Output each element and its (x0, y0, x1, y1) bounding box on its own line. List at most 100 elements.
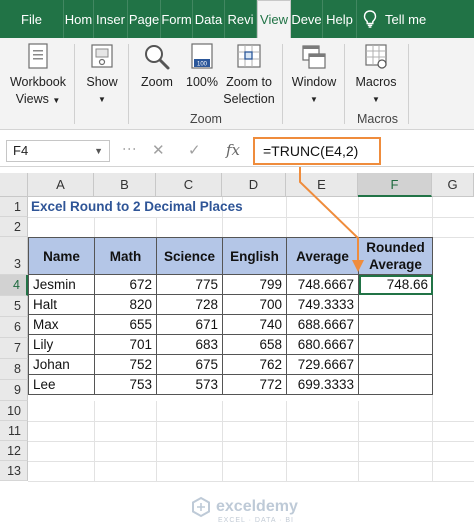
cell-math[interactable]: 820 (94, 294, 157, 315)
row-header[interactable]: 3 (0, 237, 28, 275)
cell-rounded-average-active[interactable]: 748.66 (358, 274, 433, 295)
header-english[interactable]: English (222, 237, 287, 275)
cell-name[interactable]: Johan (28, 354, 95, 375)
cell-rounded-average[interactable] (358, 294, 433, 315)
cell-science[interactable]: 675 (156, 354, 223, 375)
cell-science[interactable]: 671 (156, 314, 223, 335)
cell-english[interactable]: 740 (222, 314, 287, 335)
column-header-g[interactable]: G (432, 173, 474, 197)
tab-file[interactable]: File (0, 0, 64, 38)
magnifier-icon (145, 45, 170, 70)
cell-name[interactable]: Lee (28, 374, 95, 395)
tab-page-layout[interactable]: Page (128, 0, 161, 38)
cell-name[interactable]: Max (28, 314, 95, 335)
tab-data[interactable]: Data (193, 0, 225, 38)
cell-name[interactable]: Jesmin (28, 274, 95, 295)
cell-english[interactable]: 658 (222, 334, 287, 355)
tab-home[interactable]: Hom (64, 0, 94, 38)
tab-review[interactable]: Revi (225, 0, 257, 38)
formula-bar: F4 ▼ ⋮ ✕ ✓ fx =TRUNC(E4,2) (0, 137, 474, 167)
row-header[interactable]: 6 (0, 317, 28, 338)
show-button[interactable]: Show ▼ (80, 42, 124, 108)
name-box[interactable]: F4 ▼ (6, 140, 110, 162)
row-header[interactable]: 1 (0, 197, 28, 217)
macros-button[interactable]: Macros ▼ (352, 42, 400, 108)
cell-math[interactable]: 655 (94, 314, 157, 335)
cell-rounded-average[interactable] (358, 314, 433, 335)
column-header-a[interactable]: A (28, 173, 94, 197)
cell-average[interactable]: 749.3333 (286, 294, 359, 315)
cell-science[interactable]: 728 (156, 294, 223, 315)
row-header[interactable]: 5 (0, 296, 28, 317)
tab-formulas[interactable]: Form (161, 0, 193, 38)
row-header[interactable]: 12 (0, 441, 28, 461)
cell-english[interactable]: 799 (222, 274, 287, 295)
show-icon (91, 44, 113, 68)
cell-average[interactable]: 688.6667 (286, 314, 359, 335)
tell-me-search[interactable]: Tell me (357, 0, 454, 38)
cell-science[interactable]: 683 (156, 334, 223, 355)
tab-developer[interactable]: Deve (291, 0, 323, 38)
table-row: Max 655 671 740 688.6667 (28, 314, 433, 335)
zoom-button[interactable]: Zoom (136, 42, 178, 91)
cell-name[interactable]: Halt (28, 294, 95, 315)
workbook-views-button[interactable]: Workbook Views ▼ (6, 42, 70, 109)
chevron-down-icon: ▼ (372, 95, 380, 104)
cell-math[interactable]: 752 (94, 354, 157, 375)
cell-math[interactable]: 701 (94, 334, 157, 355)
cell-math[interactable]: 753 (94, 374, 157, 395)
cell-name[interactable]: Lily (28, 334, 95, 355)
row-header[interactable]: 11 (0, 421, 28, 441)
cell-average[interactable]: 729.6667 (286, 354, 359, 375)
sheet-title[interactable]: Excel Round to 2 Decimal Places (31, 197, 243, 217)
cell-average[interactable]: 680.6667 (286, 334, 359, 355)
column-header-d[interactable]: D (222, 173, 286, 197)
window-button[interactable]: Window ▼ (288, 42, 340, 108)
gridline (222, 401, 223, 481)
row-header[interactable]: 7 (0, 338, 28, 359)
cell-english[interactable]: 700 (222, 294, 287, 315)
cell-english[interactable]: 762 (222, 354, 287, 375)
tab-insert[interactable]: Inser (94, 0, 128, 38)
cell-rounded-average[interactable] (358, 354, 433, 375)
cell-science[interactable]: 573 (156, 374, 223, 395)
header-name[interactable]: Name (28, 237, 95, 275)
row-header[interactable]: 4 (0, 275, 28, 296)
cell-rounded-average[interactable] (358, 374, 433, 395)
cell-science[interactable]: 775 (156, 274, 223, 295)
cell-average[interactable]: 699.3333 (286, 374, 359, 395)
header-math[interactable]: Math (94, 237, 157, 275)
header-average[interactable]: Average (286, 237, 359, 275)
zoom-to-selection-icon (237, 44, 261, 68)
row-header[interactable]: 10 (0, 401, 28, 421)
zoom-100-button[interactable]: 100 100% (184, 42, 220, 91)
row-header[interactable]: 8 (0, 359, 28, 380)
chevron-down-icon: ▼ (94, 146, 103, 156)
tab-view[interactable]: View (257, 0, 291, 38)
watermark-tagline: EXCEL · DATA · BI (218, 517, 294, 524)
table-row: Lily 701 683 658 680.6667 (28, 334, 433, 355)
select-all-corner[interactable] (0, 173, 28, 197)
tab-help[interactable]: Help (323, 0, 357, 38)
cell-english[interactable]: 772 (222, 374, 287, 395)
column-header-e[interactable]: E (286, 173, 358, 197)
zoom-to-selection-button[interactable]: Zoom to Selection (222, 42, 276, 108)
table-row: Jesmin 672 775 799 748.6667 748.66 (28, 274, 433, 295)
row-header[interactable]: 2 (0, 217, 28, 237)
cell-math[interactable]: 672 (94, 274, 157, 295)
header-science[interactable]: Science (156, 237, 223, 275)
header-rounded-average[interactable]: Rounded Average (358, 237, 433, 275)
zoom-to-selection-label-1: Zoom to (226, 75, 272, 89)
enter-check-icon[interactable]: ✓ (188, 141, 201, 159)
column-header-f[interactable]: F (358, 173, 432, 197)
cell-rounded-average[interactable] (358, 334, 433, 355)
formula-input[interactable]: =TRUNC(E4,2) (253, 137, 381, 165)
row-header[interactable]: 13 (0, 461, 28, 481)
cell-average[interactable]: 748.6667 (286, 274, 359, 295)
insert-function-icon[interactable]: fx (226, 141, 240, 159)
cancel-icon[interactable]: ✕ (152, 141, 165, 159)
column-header-c[interactable]: C (156, 173, 222, 197)
column-header-b[interactable]: B (94, 173, 156, 197)
table-row: Johan 752 675 762 729.6667 (28, 354, 433, 375)
row-header[interactable]: 9 (0, 380, 28, 401)
